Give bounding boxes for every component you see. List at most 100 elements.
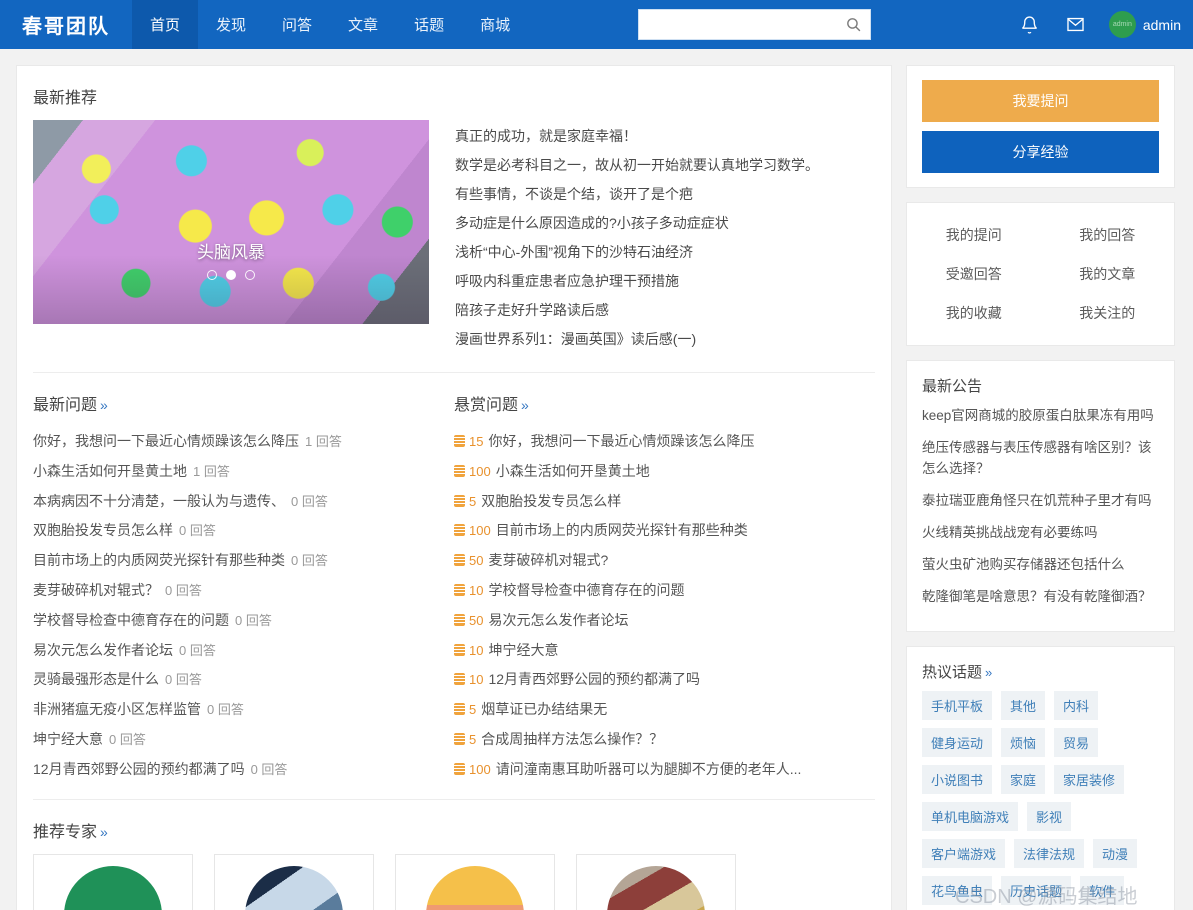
list-item[interactable]: 呼吸内科重症患者应急护理干预措施 <box>455 267 875 296</box>
search-button[interactable] <box>836 10 870 39</box>
experts-more-link[interactable]: » <box>100 824 108 840</box>
topic-tag[interactable]: 影视 <box>1027 802 1072 831</box>
nav-item-mall[interactable]: 商城 <box>462 0 528 49</box>
topic-tag[interactable]: 小说图书 <box>922 765 993 794</box>
search-box <box>638 9 871 40</box>
expert-avatar-sunset <box>426 865 524 910</box>
question-link[interactable]: 目前市场上的内质网荧光探针有那些种类 <box>33 552 285 568</box>
list-item[interactable]: 数学是必考科目之一，故从初一开始就要认真地学习数学。 <box>455 151 875 180</box>
hot-topics-more-link[interactable]: » <box>985 665 992 680</box>
topic-tag[interactable]: 法律法规 <box>1014 839 1085 868</box>
quick-link-invited-answers[interactable]: 受邀回答 <box>907 264 1041 284</box>
question-link[interactable]: 学校督导检查中德育存在的问题 <box>488 582 684 598</box>
announcement-link[interactable]: 火线精英挑战战宠有必要练吗 <box>922 522 1159 543</box>
topic-tag[interactable]: 其他 <box>1001 691 1046 720</box>
list-item[interactable]: 有些事情，不谈是个结，谈开了是个疤 <box>455 180 875 209</box>
carousel-dot-2[interactable] <box>226 270 236 280</box>
carousel-dot-1[interactable] <box>207 270 217 280</box>
question-link[interactable]: 本病病因不十分清楚，一般认为与遗传、 <box>33 493 285 509</box>
topic-tag[interactable]: 内科 <box>1054 691 1099 720</box>
topic-tag[interactable]: 花鸟鱼虫 <box>922 876 993 905</box>
question-link[interactable]: 灵骑最强形态是什么 <box>33 671 159 687</box>
topic-tag[interactable]: 单机电脑游戏 <box>922 802 1019 831</box>
quick-link-my-answers[interactable]: 我的回答 <box>1041 225 1175 245</box>
bounty-questions-more-link[interactable]: » <box>521 397 529 413</box>
topic-tag[interactable]: 健身运动 <box>922 728 993 757</box>
section-title-announcements: 最新公告 <box>922 378 983 395</box>
featured-carousel[interactable]: 头脑风暴 <box>33 120 429 324</box>
carousel-dot-3[interactable] <box>245 270 255 280</box>
user-menu[interactable]: admin admin <box>1108 11 1181 38</box>
latest-questions-more-link[interactable]: » <box>100 397 108 413</box>
search-input[interactable] <box>639 10 836 39</box>
question-link[interactable]: 合成周抽样方法怎么操作？？ <box>481 731 663 747</box>
messages-button[interactable] <box>1063 12 1089 38</box>
list-item: 5 合成周抽样方法怎么操作？？ <box>454 725 875 755</box>
question-link[interactable]: 麦芽破碎机对辊式? <box>488 552 608 568</box>
question-link[interactable]: 小森生活如何开垦黄土地 <box>33 463 187 479</box>
quick-link-my-articles[interactable]: 我的文章 <box>1041 264 1175 284</box>
section-title-text: 推荐专家 <box>33 823 98 841</box>
topic-tag[interactable]: 家居装修 <box>1054 765 1125 794</box>
ask-question-button[interactable]: 我要提问 <box>922 80 1159 122</box>
coin-icon <box>454 524 465 537</box>
site-logo[interactable]: 春哥团队 <box>0 0 132 49</box>
nav-item-articles[interactable]: 文章 <box>330 0 396 49</box>
list-item[interactable]: 真正的成功，就是家庭幸福！ <box>455 122 875 151</box>
announcement-link[interactable]: 萤火虫矿池购买存储器还包括什么 <box>922 554 1159 575</box>
list-item[interactable]: 多动症是什么原因造成的?小孩子多动症症状 <box>455 209 875 238</box>
topic-tag[interactable]: 贸易 <box>1054 728 1099 757</box>
question-link[interactable]: 坤宁经大意 <box>488 642 558 658</box>
question-link[interactable]: 坤宁经大意 <box>33 731 103 747</box>
question-link[interactable]: 非洲猪瘟无疫小区怎样监管 <box>33 701 201 717</box>
question-link[interactable]: 你好，我想问一下最近心情烦躁该怎么降压 <box>33 433 299 449</box>
list-item: 5 烟草证已办结结果无 <box>454 695 875 725</box>
topic-tag[interactable]: 烦恼 <box>1001 728 1046 757</box>
question-link[interactable]: 小森生活如何开垦黄土地 <box>496 463 650 479</box>
question-link[interactable]: 易次元怎么发作者论坛 <box>33 642 173 658</box>
list-item: 100 小森生活如何开垦黄土地 <box>454 457 875 487</box>
expert-card[interactable] <box>214 853 374 910</box>
topic-tag[interactable]: 历史话题 <box>1001 876 1072 905</box>
expert-card[interactable] <box>33 853 193 910</box>
question-link[interactable]: 目前市场上的内质网荧光探针有那些种类 <box>496 522 748 538</box>
expert-card[interactable] <box>576 853 736 910</box>
nav-item-discover[interactable]: 发现 <box>198 0 264 49</box>
main-card: 最新推荐 头脑风暴 真正的成功，就是家庭幸福！ 数学是必考科目之一，故从初一开始… <box>16 65 892 910</box>
share-experience-button[interactable]: 分享经验 <box>922 131 1159 173</box>
list-item[interactable]: 陪孩子走好升学路读后感 <box>455 296 875 325</box>
notification-bell-button[interactable] <box>1017 12 1043 38</box>
bell-icon <box>1022 15 1038 34</box>
topic-tag[interactable]: 动漫 <box>1093 839 1138 868</box>
list-item[interactable]: 漫画世界系列1：漫画英国》读后感(一) <box>455 325 875 354</box>
question-link[interactable]: 请问潼南惠耳助听器可以为腿脚不方便的老年人... <box>496 761 802 777</box>
section-title-experts: 推荐专家» <box>33 800 875 854</box>
expert-card[interactable] <box>395 853 555 910</box>
topic-tag[interactable]: 软件 <box>1080 876 1125 905</box>
bounty-points: 10 <box>469 672 484 688</box>
announcement-link[interactable]: keep官网商城的胶原蛋白肽果冻有用吗 <box>922 405 1159 426</box>
question-link[interactable]: 学校督导检查中德育存在的问题 <box>33 612 229 628</box>
question-link[interactable]: 麦芽破碎机对辊式？ <box>33 582 159 598</box>
question-link[interactable]: 12月青西郊野公园的预约都满了吗 <box>33 761 245 777</box>
announcement-link[interactable]: 泰拉瑞亚鹿角怪只在饥荒种子里才有吗 <box>922 490 1159 511</box>
announcement-link[interactable]: 乾隆御笔是啥意思？有没有乾隆御酒？ <box>922 586 1159 607</box>
quick-link-my-following[interactable]: 我关注的 <box>1041 303 1175 323</box>
question-link[interactable]: 你好，我想问一下最近心情烦躁该怎么降压 <box>488 433 754 449</box>
announcement-link[interactable]: 绝压传感器与表压传感器有啥区别？该怎么选择？ <box>922 437 1159 479</box>
topic-tag[interactable]: 客户端游戏 <box>922 839 1006 868</box>
nav-item-topics[interactable]: 话题 <box>396 0 462 49</box>
topic-tag[interactable]: 家庭 <box>1001 765 1046 794</box>
question-link[interactable]: 12月青西郊野公园的预约都满了吗 <box>488 671 700 687</box>
nav-item-qa[interactable]: 问答 <box>264 0 330 49</box>
coin-icon <box>454 613 465 626</box>
question-link[interactable]: 易次元怎么发作者论坛 <box>488 612 628 628</box>
quick-link-my-questions[interactable]: 我的提问 <box>907 225 1041 245</box>
question-link[interactable]: 双胞胎投发专员怎么样 <box>33 522 173 538</box>
topic-tag[interactable]: 手机平板 <box>922 691 993 720</box>
list-item[interactable]: 浅析“中心-外围”视角下的沙特石油经济 <box>455 238 875 267</box>
nav-item-home[interactable]: 首页 <box>132 0 199 49</box>
quick-link-my-favorites[interactable]: 我的收藏 <box>907 303 1041 323</box>
question-link[interactable]: 双胞胎投发专员怎么样 <box>481 493 621 509</box>
question-link[interactable]: 烟草证已办结结果无 <box>481 701 607 717</box>
